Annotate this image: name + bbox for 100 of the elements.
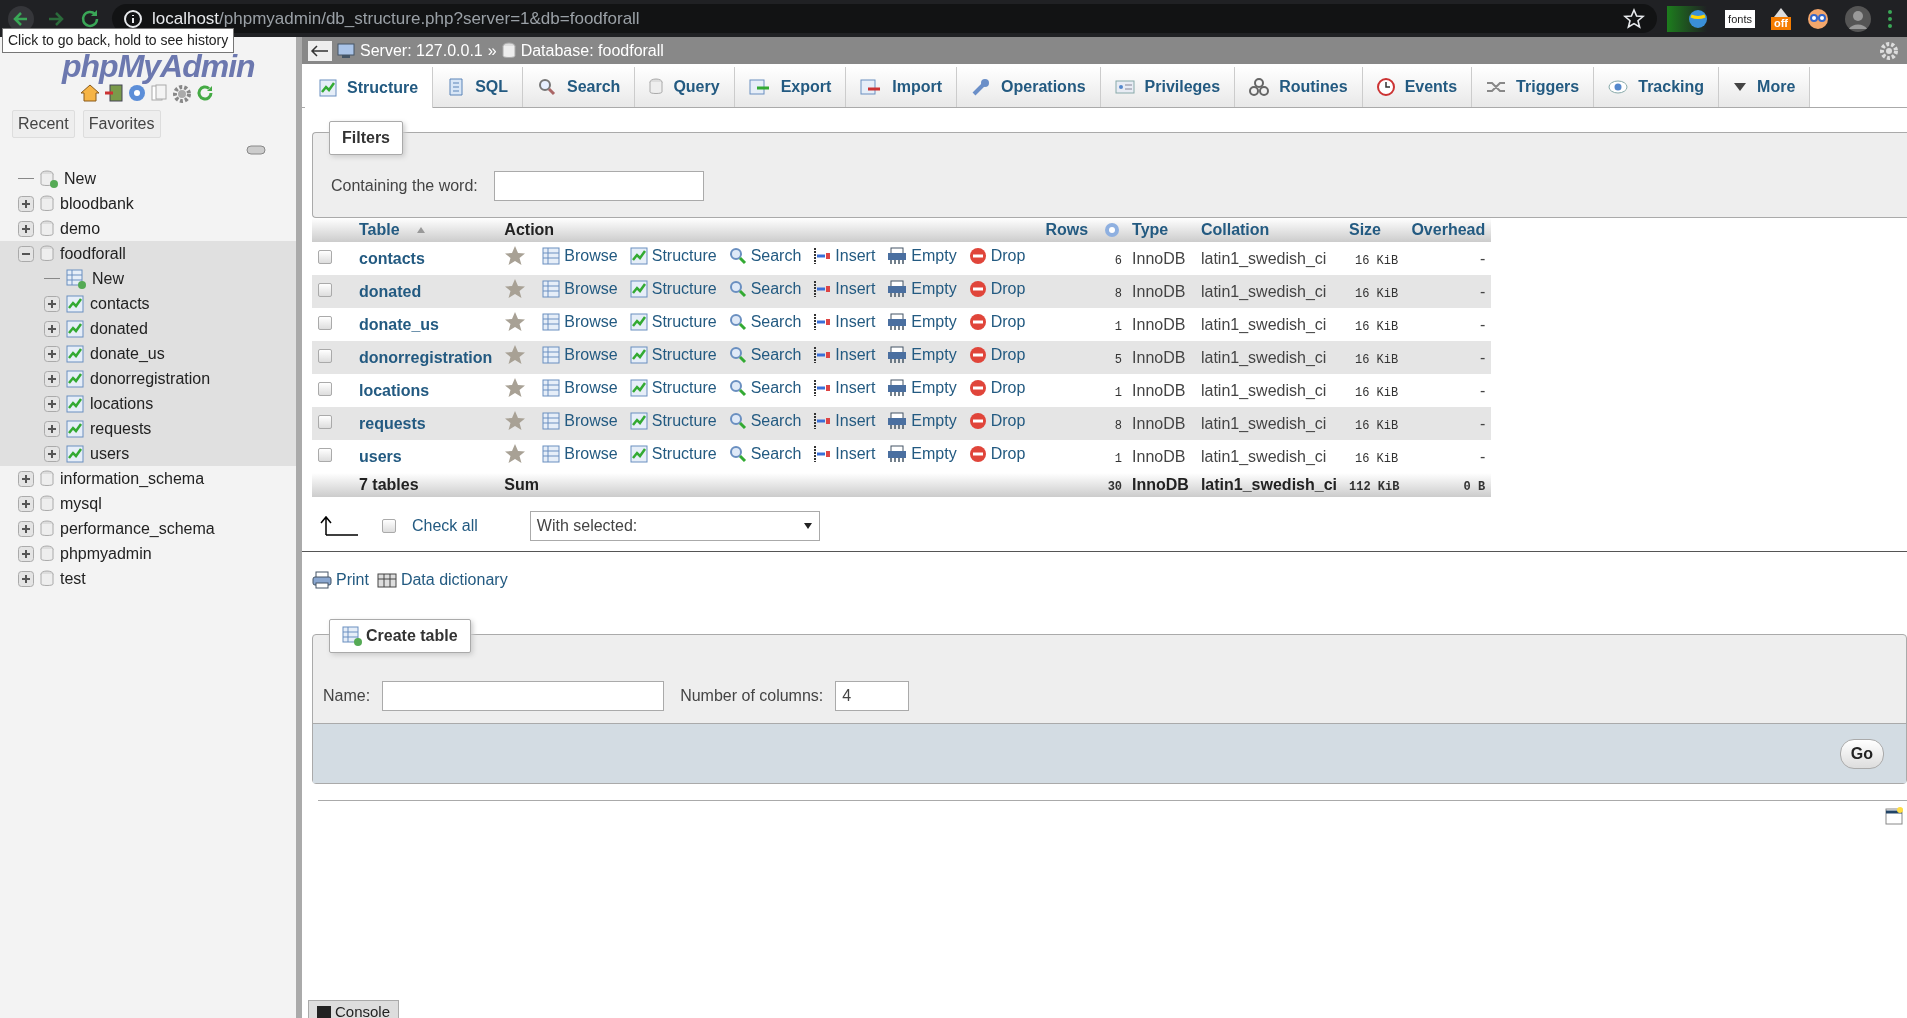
action-link[interactable]: Browse	[542, 243, 618, 268]
action-link[interactable]: Structure	[629, 408, 717, 433]
go-button[interactable]: Go	[1839, 738, 1884, 769]
row-checkbox[interactable]	[318, 249, 332, 264]
exit-icon[interactable]	[104, 84, 124, 102]
star-icon[interactable]	[504, 277, 527, 300]
gear-icon[interactable]	[172, 84, 192, 104]
page-link[interactable]: Print	[312, 568, 369, 592]
action-link[interactable]: Structure	[629, 342, 717, 367]
action-link[interactable]: Browse	[542, 408, 618, 433]
sidebar-tab[interactable]: Recent	[12, 110, 75, 138]
tree-item[interactable]: New	[92, 266, 124, 291]
action-link[interactable]: Insert	[813, 408, 876, 433]
expand-icon[interactable]	[44, 370, 60, 387]
tree-item[interactable]: contacts	[90, 291, 150, 316]
action-link[interactable]: Drop	[968, 276, 1026, 301]
tree-item[interactable]: foodforall	[60, 241, 126, 266]
globe-icon[interactable]	[1687, 7, 1710, 30]
tree-item[interactable]: bloodbank	[60, 191, 134, 216]
tree-item[interactable]: locations	[90, 391, 154, 416]
action-link[interactable]: Structure	[629, 375, 717, 400]
row-checkbox[interactable]	[318, 447, 332, 462]
action-link[interactable]: Structure	[629, 441, 717, 466]
address-bar[interactable]: localhost/phpmyadmin/db_structure.php?server=1&db=foodforall	[112, 4, 1658, 33]
table-link[interactable]: donate_us	[359, 315, 439, 333]
tab[interactable]: Events	[1362, 67, 1473, 107]
action-link[interactable]: Empty	[887, 276, 957, 301]
tab[interactable]: Tracking	[1594, 67, 1720, 107]
table-link[interactable]: users	[359, 447, 402, 465]
refresh-icon[interactable]	[196, 84, 214, 102]
action-link[interactable]: Empty	[887, 441, 957, 466]
action-link[interactable]: Drop	[968, 375, 1026, 400]
star-icon[interactable]	[504, 376, 527, 399]
action-link[interactable]: Search	[728, 375, 802, 400]
action-link[interactable]: Structure	[629, 309, 717, 334]
row-checkbox[interactable]	[318, 381, 332, 396]
action-link[interactable]: Drop	[968, 243, 1026, 268]
tree-item[interactable]: requests	[90, 416, 152, 441]
table-link[interactable]: contacts	[359, 249, 425, 267]
tree-item[interactable]: phpmyadmin	[60, 541, 152, 566]
help-icon[interactable]	[128, 84, 146, 102]
action-link[interactable]: Search	[728, 243, 802, 268]
action-link[interactable]: Search	[728, 276, 802, 301]
tab[interactable]: Search	[523, 67, 636, 107]
expand-icon[interactable]	[18, 470, 34, 487]
row-checkbox[interactable]	[318, 348, 332, 363]
action-link[interactable]: Insert	[813, 375, 876, 400]
page-link[interactable]: Data dictionary	[376, 568, 508, 592]
action-link[interactable]: Insert	[813, 243, 876, 268]
tab[interactable]: Query	[635, 67, 735, 107]
columns-field[interactable]: 4	[835, 681, 910, 711]
tree-item[interactable]: donorregistration	[90, 366, 211, 391]
action-link[interactable]: Browse	[542, 309, 618, 334]
expand-icon[interactable]	[44, 320, 60, 337]
action-link[interactable]: Browse	[542, 276, 618, 301]
action-link[interactable]: Search	[728, 441, 802, 466]
expand-icon[interactable]	[44, 295, 60, 312]
tab[interactable]: Triggers	[1472, 67, 1595, 107]
expand-icon[interactable]	[44, 420, 60, 437]
action-link[interactable]: Search	[728, 309, 802, 334]
table-link[interactable]: locations	[359, 381, 430, 399]
tree-item[interactable]: donate_us	[90, 341, 165, 366]
avatar-icon[interactable]	[1845, 5, 1871, 32]
expand-icon[interactable]	[18, 520, 34, 537]
star-icon[interactable]	[504, 310, 527, 333]
action-link[interactable]: Browse	[542, 342, 618, 367]
action-link[interactable]: Empty	[887, 375, 957, 400]
name-field[interactable]	[382, 681, 665, 711]
action-link[interactable]: Empty	[887, 342, 957, 367]
goggles-icon[interactable]	[1807, 7, 1829, 30]
action-link[interactable]: Structure	[629, 243, 717, 268]
home-icon[interactable]	[80, 84, 100, 102]
action-link[interactable]: Search	[728, 408, 802, 433]
extension-label[interactable]: fonts	[1725, 9, 1755, 28]
action-link[interactable]: Search	[728, 342, 802, 367]
expand-icon[interactable]	[18, 495, 34, 512]
tree-item[interactable]: test	[60, 566, 86, 591]
tab[interactable]: Structure	[305, 67, 434, 108]
note-icon[interactable]	[1885, 807, 1903, 825]
action-link[interactable]: Empty	[887, 309, 957, 334]
server-link[interactable]: Server: 127.0.0.1	[360, 38, 483, 63]
star-icon[interactable]	[504, 244, 527, 267]
tab[interactable]: SQL	[433, 67, 523, 107]
action-link[interactable]: Browse	[542, 441, 618, 466]
star-icon[interactable]	[504, 442, 527, 465]
action-link[interactable]: Drop	[968, 342, 1026, 367]
action-link[interactable]: Insert	[813, 276, 876, 301]
filter-field[interactable]	[493, 171, 704, 201]
tree-item[interactable]: donated	[90, 316, 148, 341]
database-link[interactable]: Database: foodforall	[520, 38, 664, 63]
expand-icon[interactable]	[44, 395, 60, 412]
tab[interactable]: Import	[846, 67, 958, 107]
sidebar-tab[interactable]: Favorites	[82, 110, 161, 138]
kebab-menu-icon[interactable]	[1887, 8, 1893, 29]
tab[interactable]: Routines	[1235, 67, 1363, 107]
row-checkbox[interactable]	[318, 315, 332, 330]
star-icon[interactable]	[504, 409, 527, 432]
action-link[interactable]: Drop	[968, 408, 1026, 433]
check-all-link[interactable]: Check all	[412, 514, 478, 538]
check-all-checkbox[interactable]	[382, 519, 396, 533]
